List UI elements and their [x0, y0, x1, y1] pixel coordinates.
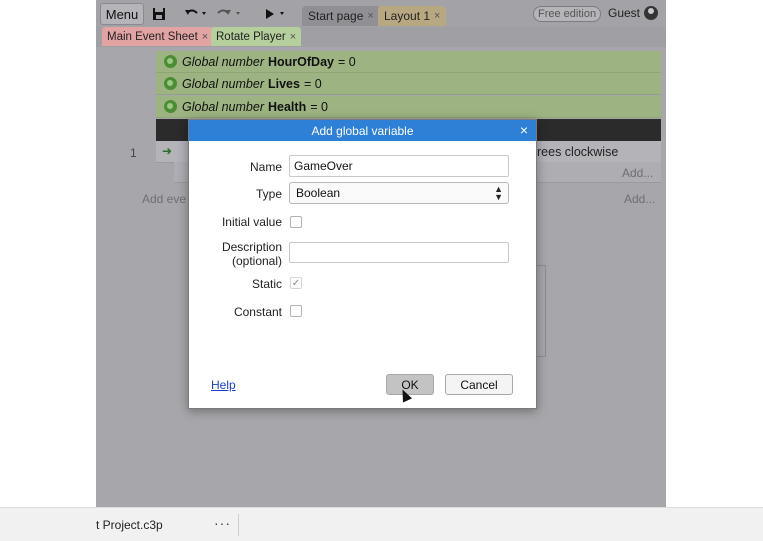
- tab-layout-1[interactable]: Layout 1 ×: [378, 6, 447, 26]
- background-panel: [536, 265, 546, 357]
- event-number: 1: [130, 146, 137, 160]
- global-variable-row[interactable]: Global number Lives = 0: [156, 73, 661, 95]
- global-variable-row[interactable]: Global number HourOfDay = 0: [156, 51, 661, 73]
- tab-label: Layout 1: [384, 9, 431, 23]
- globe-icon: [164, 100, 177, 113]
- variable-value: = 0: [303, 76, 322, 91]
- user-icon: [644, 6, 659, 20]
- global-variable-row[interactable]: Global number Health = 0: [156, 96, 661, 118]
- ok-button[interactable]: OK: [386, 374, 434, 395]
- variable-value: = 0: [310, 99, 328, 114]
- select-arrows-icon: ▲ ▼: [494, 184, 503, 202]
- add-global-variable-dialog: Add global variable × Name Type Boolean …: [188, 119, 537, 409]
- add-action-link[interactable]: Add...: [622, 166, 653, 180]
- checkmark-icon: ✓: [291, 277, 301, 289]
- status-bar: t Project.c3p ···: [0, 507, 763, 541]
- close-icon[interactable]: ×: [290, 31, 296, 43]
- static-label: Static: [251, 277, 282, 291]
- close-icon[interactable]: ×: [520, 122, 528, 138]
- type-label: Type: [255, 187, 282, 201]
- globe-icon: [164, 55, 177, 68]
- variable-name: Lives: [268, 76, 300, 91]
- type-select[interactable]: Boolean ▲ ▼: [289, 182, 509, 204]
- variable-kind: Global number: [182, 99, 264, 114]
- initial-value-checkbox[interactable]: [290, 216, 302, 228]
- add-action-link[interactable]: Add...: [624, 192, 655, 206]
- play-icon[interactable]: [264, 4, 288, 24]
- variable-name: Health: [268, 99, 307, 114]
- redo-icon[interactable]: [216, 4, 242, 24]
- edition-badge: Free edition: [533, 6, 602, 22]
- description-label: Description (optional): [221, 240, 282, 268]
- arrow-right-icon: ➜: [162, 144, 173, 158]
- tab-label: Rotate Player: [216, 30, 286, 43]
- close-icon[interactable]: ×: [202, 31, 208, 43]
- sheet-tabs: Main Event Sheet × Rotate Player ×: [96, 27, 666, 47]
- name-field[interactable]: [289, 155, 509, 177]
- type-selected-value: Boolean: [296, 186, 341, 200]
- top-toolbar: Menu Start page × Layout 1 × Free editio…: [96, 0, 666, 28]
- variable-kind: Global number: [182, 76, 264, 91]
- divider: [238, 514, 239, 536]
- static-checkbox[interactable]: ✓: [290, 277, 302, 289]
- close-icon[interactable]: ×: [434, 10, 440, 22]
- user-menu[interactable]: Guest: [608, 6, 659, 20]
- tab-label: Start page: [308, 9, 364, 23]
- help-link[interactable]: Help: [211, 378, 236, 392]
- name-label: Name: [249, 160, 282, 174]
- constant-checkbox[interactable]: [290, 305, 302, 317]
- close-icon[interactable]: ×: [367, 10, 373, 22]
- tab-label: Main Event Sheet: [107, 30, 198, 43]
- globe-icon: [164, 77, 177, 90]
- floppy-disk-icon[interactable]: [152, 4, 166, 24]
- undo-icon[interactable]: [184, 4, 208, 24]
- variable-kind: Global number: [182, 54, 264, 69]
- constant-label: Constant: [233, 305, 282, 319]
- menu-button[interactable]: Menu: [100, 3, 144, 25]
- add-event-link[interactable]: Add eve: [142, 192, 186, 206]
- dialog-title-bar: Add global variable ×: [189, 120, 536, 141]
- description-field[interactable]: [289, 242, 509, 263]
- tab-start-page[interactable]: Start page ×: [302, 6, 380, 26]
- tab-main-event-sheet[interactable]: Main Event Sheet ×: [102, 27, 214, 46]
- initial-value-label: Initial value: [221, 215, 282, 229]
- dialog-title: Add global variable: [311, 123, 414, 138]
- tab-rotate-player[interactable]: Rotate Player ×: [211, 27, 302, 46]
- user-label: Guest: [608, 6, 641, 20]
- action-text: rees clockwise: [537, 145, 619, 159]
- more-icon[interactable]: ···: [214, 515, 231, 531]
- project-name: t Project.c3p: [96, 518, 163, 532]
- variable-name: HourOfDay: [268, 54, 334, 69]
- cancel-button[interactable]: Cancel: [445, 374, 513, 395]
- variable-value: = 0: [337, 54, 356, 69]
